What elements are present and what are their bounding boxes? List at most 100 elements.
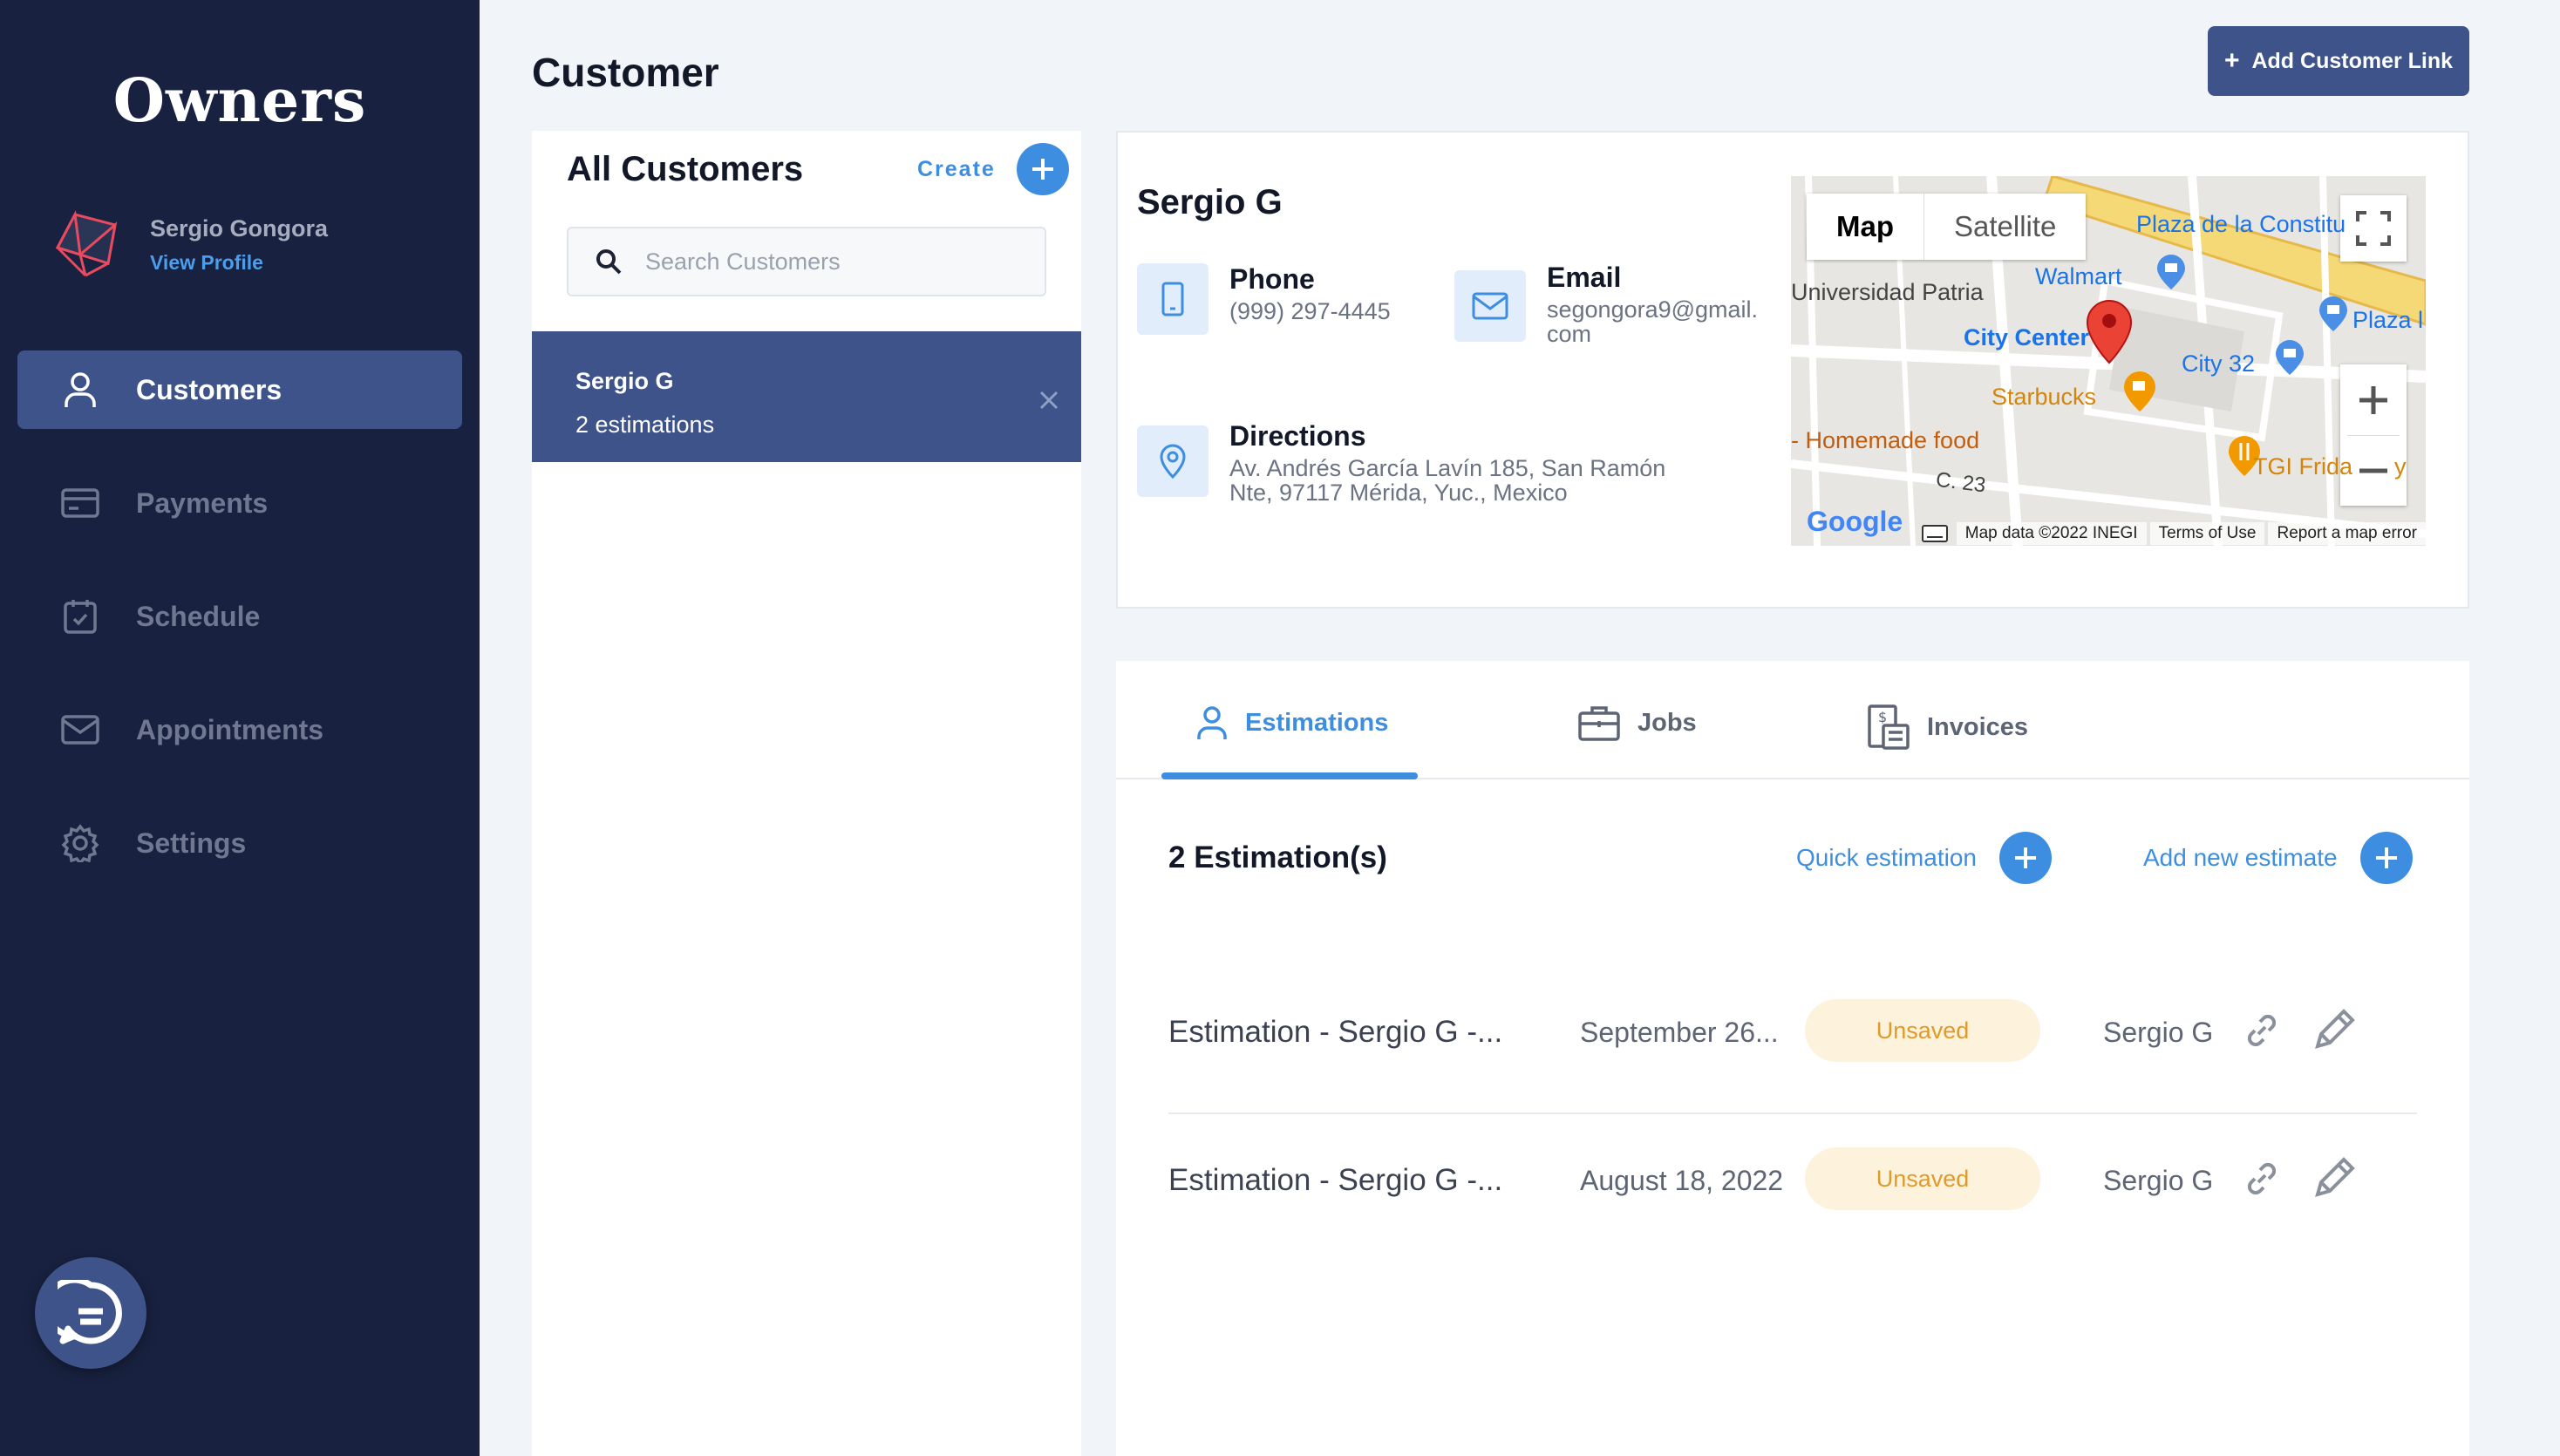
link-icon[interactable] — [2243, 1011, 2281, 1050]
directions-label: Directions — [1229, 420, 1366, 452]
map-label-starbucks: Starbucks — [1991, 384, 2097, 410]
briefcase-icon — [1578, 706, 1620, 741]
customers-panel-title: All Customers — [567, 150, 804, 188]
invoice-icon: $ — [1868, 704, 1910, 750]
estimations-panel: Estimations Jobs $ Invoices 2 Estimation… — [1116, 661, 2469, 1456]
email-icon — [1454, 270, 1526, 342]
zoom-control — [2340, 364, 2407, 506]
chat-button[interactable] — [35, 1257, 146, 1369]
email-label: Email — [1547, 262, 1622, 293]
plus-icon — [1998, 832, 2052, 884]
search-box — [567, 227, 1046, 296]
add-new-estimate-label: Add new estimate — [2143, 844, 2338, 871]
search-input[interactable] — [645, 248, 1029, 276]
customer-name: Sergio G — [575, 368, 674, 394]
card-icon — [61, 484, 99, 522]
page-title: Customer — [532, 50, 719, 95]
estimation-date: August 18, 2022 — [1580, 1165, 1784, 1196]
close-icon[interactable] — [1038, 389, 1060, 412]
sidebar-item-settings[interactable]: Settings — [17, 804, 462, 882]
list-item[interactable]: Sergio G 2 estimations — [532, 331, 1081, 462]
map-label-homemade-food: - Homemade food — [1791, 427, 1980, 453]
map-label-city-center: City Center — [1964, 324, 2090, 350]
profile-name: Sergio Gongora — [150, 215, 329, 242]
search-icon — [596, 249, 622, 275]
tab-invoices[interactable]: $ Invoices — [1868, 704, 2028, 750]
map[interactable]: Map Satellite Plaza de la Constitu Walma… — [1791, 176, 2426, 546]
estimation-owner: Sergio G — [2103, 1017, 2214, 1048]
sidebar-nav: Customers Payments Schedule Appointments… — [17, 350, 462, 917]
map-label-walmart: Walmart — [2035, 263, 2122, 289]
status-badge: Unsaved — [1805, 1147, 2040, 1210]
calendar-icon — [61, 597, 99, 636]
zoom-out-button[interactable] — [2347, 435, 2400, 506]
tab-label: Estimations — [1245, 708, 1389, 737]
add-customer-link-label: Add Customer Link — [2251, 48, 2454, 73]
map-label-tgi-tail: y — [2394, 453, 2407, 480]
user-icon — [1197, 706, 1227, 739]
sidebar-item-label: Payments — [136, 486, 269, 519]
estimation-title: Estimation - Sergio G -... — [1168, 1015, 1503, 1049]
map-type-map[interactable]: Map — [1807, 194, 1924, 260]
map-type-satellite[interactable]: Satellite — [1924, 194, 2086, 260]
phone-label: Phone — [1229, 263, 1315, 295]
phone-info: Phone (999) 297-4445 — [1137, 263, 1391, 335]
email-info: Email segongora9@gmail. com — [1454, 262, 1759, 347]
email-value-line2: com — [1547, 321, 1592, 347]
sidebar-item-label: Customers — [136, 373, 283, 405]
keyboard-icon[interactable] — [1921, 525, 1948, 542]
create-customer-link[interactable]: Create — [917, 157, 996, 182]
sidebar-item-appointments[interactable]: Appointments — [17, 691, 462, 769]
fullscreen-button[interactable] — [2340, 195, 2407, 262]
email-value-line1: segongora9@gmail. — [1547, 296, 1759, 323]
zoom-in-button[interactable] — [2358, 364, 2389, 435]
link-icon[interactable] — [2243, 1160, 2281, 1198]
edit-pencil-icon[interactable] — [2311, 1153, 2359, 1201]
create-customer-button[interactable] — [1017, 143, 1069, 195]
brand-logo: Owners — [112, 66, 367, 136]
view-profile-link[interactable]: View Profile — [150, 251, 328, 275]
estimation-owner: Sergio G — [2103, 1165, 2214, 1196]
fullscreen-icon — [2356, 211, 2391, 246]
map-report-link[interactable]: Report a map error — [2268, 522, 2426, 545]
plus-icon — [1032, 159, 1053, 180]
add-new-estimate-button[interactable]: Add new estimate — [2143, 832, 2413, 884]
estimation-date: September 26... — [1580, 1017, 1779, 1048]
sidebar-item-schedule[interactable]: Schedule — [17, 577, 462, 656]
quick-estimation-button[interactable]: Quick estimation — [1796, 832, 2052, 884]
plus-icon: + — [2223, 46, 2240, 75]
edit-pencil-icon[interactable] — [2311, 1004, 2359, 1053]
sidebar-item-label: Appointments — [136, 713, 324, 745]
map-terms-link[interactable]: Terms of Use — [2149, 522, 2265, 545]
add-customer-link-button[interactable]: + Add Customer Link — [2208, 26, 2469, 96]
sidebar-item-label: Settings — [136, 827, 247, 859]
map-data-attribution: Map data ©2022 INEGI — [1956, 522, 2147, 545]
map-type-toggle: Map Satellite — [1807, 194, 2087, 260]
cafe-pin-icon — [2124, 371, 2155, 412]
directions-info: Directions Av. Andrés García Lavín 185, … — [1137, 420, 1666, 505]
map-label-universidad: Universidad Patria — [1791, 279, 1984, 305]
address-line1: Av. Andrés García Lavín 185, San Ramón — [1229, 455, 1666, 481]
map-label-tgi: TGI Frida — [2253, 453, 2353, 480]
map-footer: Map data ©2022 INEGI Terms of Use Report… — [1791, 521, 2426, 546]
status-badge: Unsaved — [1805, 999, 2040, 1062]
sidebar-item-customers[interactable]: Customers — [17, 350, 462, 429]
phone-icon — [1137, 263, 1209, 335]
shopping-pin-icon — [2319, 296, 2347, 331]
shopping-pin-icon — [2157, 255, 2185, 289]
sidebar-item-label: Schedule — [136, 600, 261, 632]
customer-detail-name: Sergio G — [1137, 183, 1283, 221]
tab-jobs[interactable]: Jobs — [1578, 704, 1697, 741]
phone-value: (999) 297-4445 — [1229, 298, 1391, 324]
tab-estimations[interactable]: Estimations — [1196, 704, 1388, 741]
chat-icon — [58, 1280, 122, 1344]
quick-estimation-label: Quick estimation — [1796, 844, 1977, 871]
tab-bar: Estimations Jobs $ Invoices — [1116, 661, 2469, 779]
plus-icon — [2359, 832, 2413, 884]
estimations-count: 2 Estimation(s) — [1168, 840, 1387, 874]
table-row[interactable]: Estimation - Sergio G -... September 26.… — [1168, 966, 2417, 1114]
table-row[interactable]: Estimation - Sergio G -... August 18, 20… — [1168, 1114, 2417, 1262]
sidebar-item-payments[interactable]: Payments — [17, 464, 462, 542]
active-tab-indicator — [1161, 772, 1418, 779]
tab-label: Jobs — [1637, 708, 1697, 737]
